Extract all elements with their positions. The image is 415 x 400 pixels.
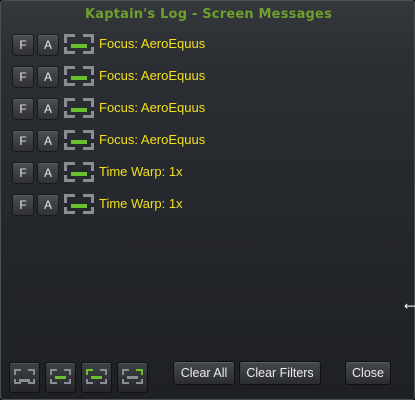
close-button[interactable]: Close (345, 361, 391, 385)
position-bottom-icon (14, 369, 35, 384)
filter-button[interactable]: F (12, 98, 34, 120)
position-top-right-icon (122, 369, 143, 384)
position-bottom-button[interactable] (9, 362, 40, 393)
screen-messages-window: Kaptain's Log - Screen Messages F A Focu… (0, 0, 415, 400)
filter-button[interactable]: F (12, 130, 34, 152)
window-title: Kaptain's Log - Screen Messages (84, 7, 333, 22)
screen-position-icon[interactable] (62, 159, 96, 185)
clear-all-button[interactable]: Clear All (173, 361, 235, 385)
resize-cursor-icon: ⟵ (404, 299, 415, 313)
screen-position-icon[interactable] (62, 63, 96, 89)
message-text: Time Warp: 1x (99, 196, 183, 211)
allow-button[interactable]: A (37, 66, 59, 88)
message-text: Focus: AeroEquus (99, 36, 206, 51)
allow-button[interactable]: A (37, 194, 59, 216)
filter-button[interactable]: F (12, 194, 34, 216)
filter-button[interactable]: F (12, 162, 34, 184)
allow-button[interactable]: A (37, 98, 59, 120)
position-center-button[interactable] (45, 362, 76, 393)
filter-button[interactable]: F (12, 34, 34, 56)
position-center-icon (50, 369, 71, 384)
message-text: Focus: AeroEquus (99, 68, 206, 83)
message-text: Focus: AeroEquus (99, 132, 206, 147)
screen-position-icon[interactable] (62, 95, 96, 121)
message-text: Time Warp: 1x (99, 164, 183, 179)
allow-button[interactable]: A (37, 34, 59, 56)
screen-position-icon[interactable] (62, 127, 96, 153)
message-text: Focus: AeroEquus (99, 100, 206, 115)
clear-filters-button[interactable]: Clear Filters (239, 361, 321, 385)
position-top-left-button[interactable] (81, 362, 112, 393)
screen-position-icon[interactable] (62, 31, 96, 57)
position-top-left-icon (86, 369, 107, 384)
position-top-right-button[interactable] (117, 362, 148, 393)
allow-button[interactable]: A (37, 130, 59, 152)
filter-button[interactable]: F (12, 66, 34, 88)
screen-position-icon[interactable] (62, 191, 96, 217)
allow-button[interactable]: A (37, 162, 59, 184)
